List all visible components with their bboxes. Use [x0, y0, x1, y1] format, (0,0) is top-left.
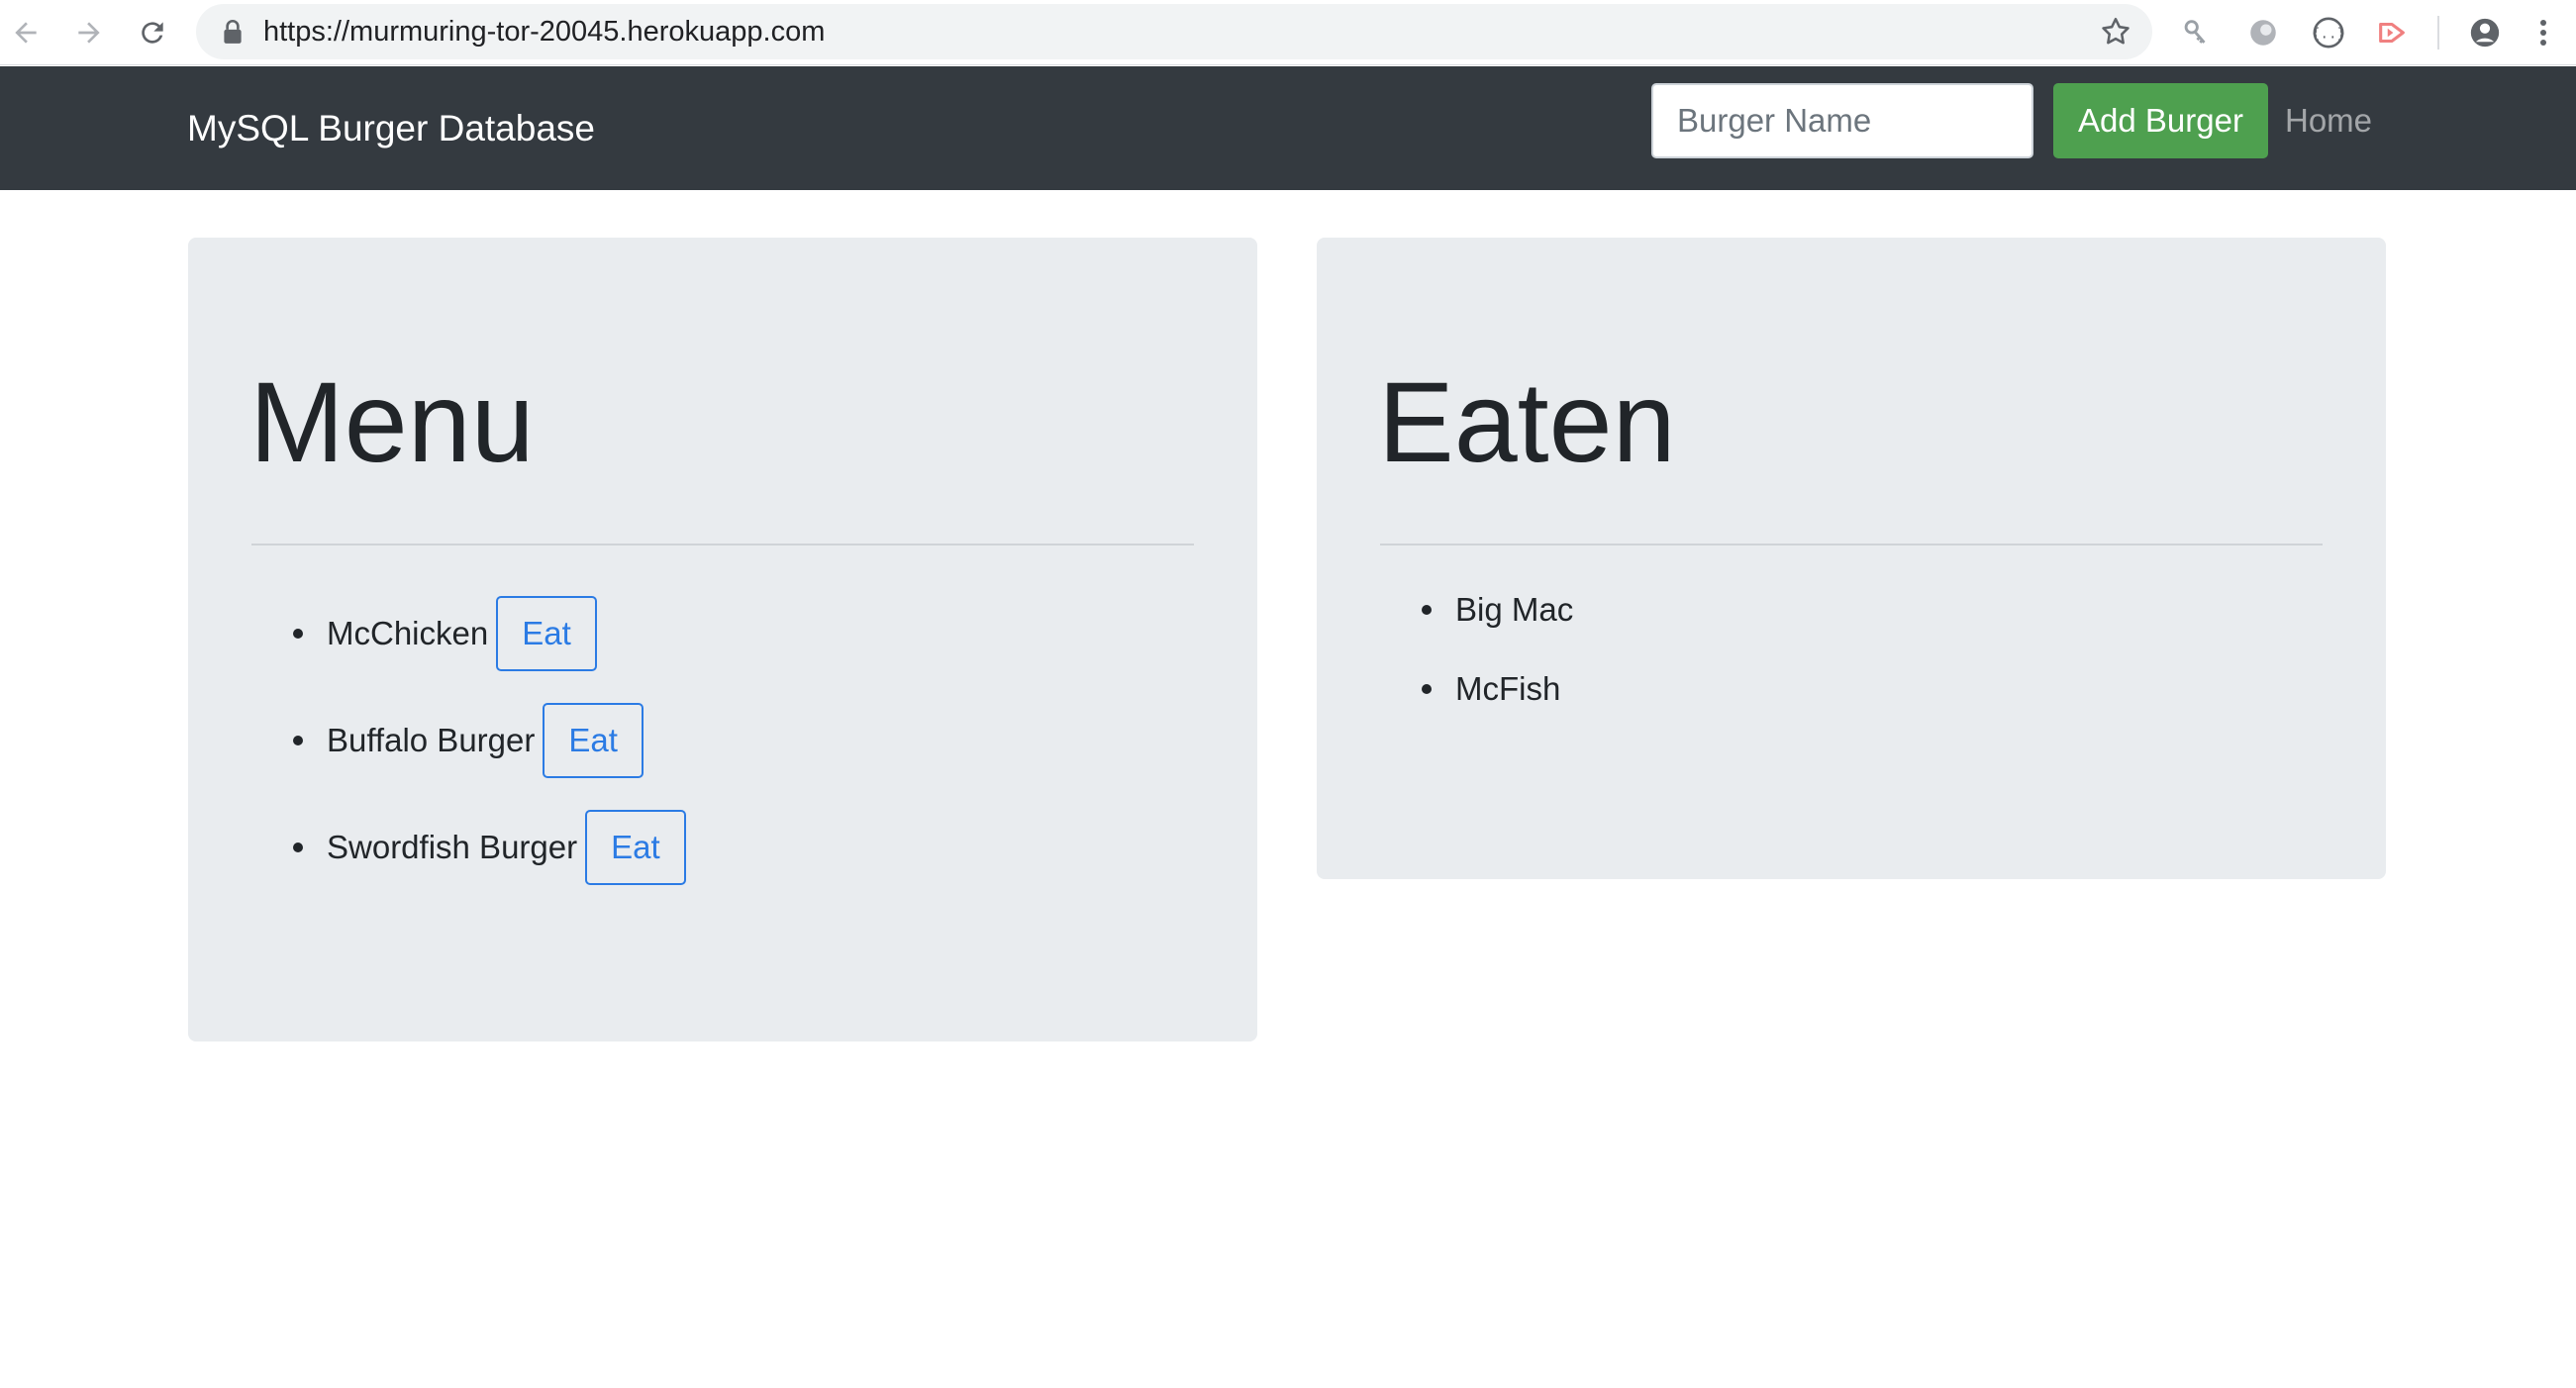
bullet — [1422, 684, 1432, 694]
home-link[interactable]: Home — [2285, 83, 2372, 158]
extension-circle-icon[interactable] — [2243, 13, 2283, 52]
eaten-title: Eaten — [1378, 359, 1676, 486]
back-arrow-icon[interactable] — [6, 13, 46, 52]
bullet — [293, 843, 303, 852]
address-bar[interactable]: https://murmuring-tor-20045.herokuapp.co… — [196, 4, 2152, 59]
menu-panel: Menu McChicken Eat Buffalo Burger Eat Sw… — [188, 238, 1257, 1041]
reload-icon[interactable] — [133, 13, 172, 52]
extension-braces-icon[interactable]: {..} — [2309, 13, 2348, 52]
eaten-panel: Eaten Big Mac McFish — [1317, 238, 2386, 879]
burger-name-input[interactable] — [1651, 83, 2033, 158]
menu-item: Buffalo Burger Eat — [251, 703, 644, 778]
bullet — [293, 736, 303, 745]
eaten-item-name: Big Mac — [1455, 591, 1574, 628]
bullet — [293, 629, 303, 639]
menu-item-name: Swordfish Burger — [327, 829, 578, 865]
profile-avatar-icon[interactable] — [2465, 13, 2505, 52]
navbar-brand[interactable]: MySQL Burger Database — [187, 66, 595, 190]
add-burger-button[interactable]: Add Burger — [2053, 83, 2268, 158]
kebab-menu-icon[interactable] — [2528, 13, 2558, 52]
forward-arrow-icon[interactable] — [69, 13, 109, 52]
browser-toolbar: https://murmuring-tor-20045.herokuapp.co… — [0, 0, 2576, 65]
eaten-item: Big Mac — [1380, 580, 1573, 640]
url-text[interactable]: https://murmuring-tor-20045.herokuapp.co… — [263, 4, 825, 59]
bullet — [1422, 605, 1432, 615]
svg-text:{..}: {..} — [2312, 27, 2345, 43]
eaten-item-name: McFish — [1455, 670, 1561, 707]
menu-item: Swordfish Burger Eat — [251, 810, 686, 885]
lock-icon — [224, 20, 242, 44]
navbar: MySQL Burger Database Add Burger Home — [0, 66, 2576, 190]
extension-key-icon[interactable] — [2176, 13, 2216, 52]
toolbar-separator — [2437, 16, 2439, 50]
eaten-item: McFish — [1380, 659, 1560, 719]
eat-button[interactable]: Eat — [496, 596, 597, 671]
menu-item-name: McChicken — [327, 615, 489, 651]
eat-button[interactable]: Eat — [585, 810, 686, 885]
extension-play-icon[interactable] — [2372, 13, 2412, 52]
menu-item: McChicken Eat — [251, 596, 597, 671]
eat-button[interactable]: Eat — [543, 703, 644, 778]
menu-item-name: Buffalo Burger — [327, 722, 536, 758]
star-icon[interactable] — [2099, 15, 2132, 49]
menu-divider — [251, 544, 1194, 545]
eaten-divider — [1380, 544, 2323, 545]
menu-title: Menu — [249, 359, 535, 486]
